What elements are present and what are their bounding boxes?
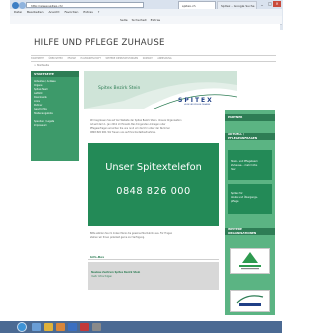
left-sidebar-heading[interactable]: STARTSEITE <box>31 71 79 77</box>
news-box-acute-line-1: Spitex für <box>231 192 243 195</box>
divider <box>88 259 219 260</box>
nav-register[interactable]: ANMELDUNG <box>157 57 171 60</box>
spitex-tile[interactable] <box>230 290 270 312</box>
sidebar-item-imprint[interactable]: Impressum <box>34 124 47 127</box>
outro-line-2: stehen wir Ihnen jederzeit gerne zur Ver… <box>90 236 145 239</box>
start-button[interactable] <box>17 322 27 332</box>
info-subtext: mehr Infos folgen <box>91 275 113 278</box>
nav-care[interactable]: PFLEGE <box>68 57 76 60</box>
sidebar-item-history[interactable]: Geschichte <box>34 108 47 111</box>
sidebar-item-links[interactable]: Links <box>34 100 40 103</box>
media-taskbar-icon[interactable] <box>56 323 65 331</box>
menu-bar: Datei Bearbeiten Ansicht Favoriten Extra… <box>10 9 282 16</box>
tab-spitex[interactable]: spitex.ch <box>178 1 216 9</box>
phone-box <box>88 143 219 226</box>
sidebar-item-mission[interactable]: Leitbild <box>34 92 42 95</box>
sidebar-item-partner[interactable]: Partner <box>34 104 42 107</box>
taskbar <box>0 321 282 333</box>
menu-help[interactable]: ? <box>98 10 100 14</box>
breadcrumb[interactable]: > Startseite <box>34 64 49 67</box>
aktuell-heading-2: PFLEGEANFRAGEN <box>225 136 275 140</box>
app-taskbar-icon[interactable] <box>80 323 89 331</box>
intro-line-4: 0848 826 000. Wir freuen uns auf Ihre Ko… <box>90 131 156 134</box>
sidebar-item-organs[interactable]: Organe <box>34 84 42 87</box>
menu-favorites[interactable]: Favoriten <box>64 10 78 14</box>
news-box-acute-line-2: Akute und Übergangs- <box>231 196 258 199</box>
menu-file[interactable]: Datei <box>14 10 22 14</box>
app2-taskbar-icon[interactable] <box>92 323 101 331</box>
banner-title: Spitex Bezirk Stein <box>98 86 141 91</box>
forward-icon[interactable] <box>19 2 26 9</box>
phone-box-title: Unser Spitextelefon <box>105 162 202 173</box>
ie-taskbar-icon[interactable] <box>32 323 41 331</box>
phone-number[interactable]: 0848 826 000 <box>88 186 219 197</box>
word-taskbar-icon[interactable] <box>68 323 77 331</box>
tools-menu[interactable]: Extras <box>151 18 160 22</box>
outro-line-1: Bitte wählen Sie im linken Menü die gewü… <box>90 232 173 235</box>
nav-about[interactable]: ÜBER SPITEX <box>49 57 63 60</box>
address-bar[interactable]: http://www.spitex.ch/ <box>26 2 144 8</box>
explorer-taskbar-icon[interactable] <box>44 323 53 331</box>
info-link[interactable]: Neubau Zentrum Spitex Bezirk Stein <box>91 271 140 274</box>
intro-line-1: Wir begrüssen Sie auf der Website der Sp… <box>90 119 182 122</box>
news-box-care-line-3: hier <box>231 168 236 171</box>
menu-view[interactable]: Ansicht <box>48 10 59 14</box>
nav-contact[interactable]: KONTAKT <box>143 57 153 60</box>
tab-google[interactable]: Spitex – Google Suche <box>217 1 257 9</box>
sidebar-item-downloads[interactable]: Downloads <box>34 96 47 99</box>
weitere-heading-2: ORGANISATIONEN <box>225 231 275 235</box>
partner-logo-tile[interactable] <box>230 248 270 274</box>
partner-logo-icon <box>239 252 261 270</box>
sidebar-item-news[interactable]: Aktuelles / Anlässe <box>34 80 56 83</box>
sidebar-item-jobs[interactable]: Stellenangebote <box>34 112 53 115</box>
news-box-acute-line-3: pflege <box>231 200 239 203</box>
intro-line-3: Pflegeanfragen erreichen Sie uns rund um… <box>90 127 170 130</box>
nav-start[interactable]: STARTSEITE <box>31 57 44 60</box>
site-title: HILFE UND PFLEGE ZUHAUSE <box>34 38 165 48</box>
back-icon[interactable] <box>12 2 19 9</box>
menu-edit[interactable]: Bearbeiten <box>27 10 43 14</box>
close-button[interactable]: × <box>273 1 281 7</box>
page-menu[interactable]: Seite <box>120 18 128 22</box>
partner-heading[interactable]: PARTNER <box>225 114 275 121</box>
news-box-care-line-1: Stein- und Pflegeteam <box>231 160 258 163</box>
spitex-logo[interactable]: SPITEX <box>178 97 214 104</box>
sidebar-item-team[interactable]: Spitex-Team <box>34 88 48 91</box>
nav-household[interactable]: HAUSWIRTSCHAFT <box>81 57 101 60</box>
news-box-care-line-2: Zuhause... mehr Infos <box>231 164 258 167</box>
intro-line-2: ist seit dem 1. Jan 2011 im Einsatz. Bei… <box>90 123 166 126</box>
nav-services[interactable]: WEITERE DIENSTLEISTUNGEN <box>106 57 139 60</box>
logo-subtitle: HILFE UND PFLEGE ZUHAUSE <box>184 104 211 106</box>
minimize-button[interactable]: _ <box>258 1 266 7</box>
menu-tools[interactable]: Extras <box>83 10 92 14</box>
sidebar-item-donations[interactable]: Spenden / Legate <box>34 120 54 123</box>
safety-menu[interactable]: Sicherheit <box>132 18 147 22</box>
top-navigation: STARTSEITE ÜBER SPITEX PFLEGE HAUSWIRTSC… <box>31 55 276 62</box>
spitex-tile-icon <box>236 295 264 306</box>
